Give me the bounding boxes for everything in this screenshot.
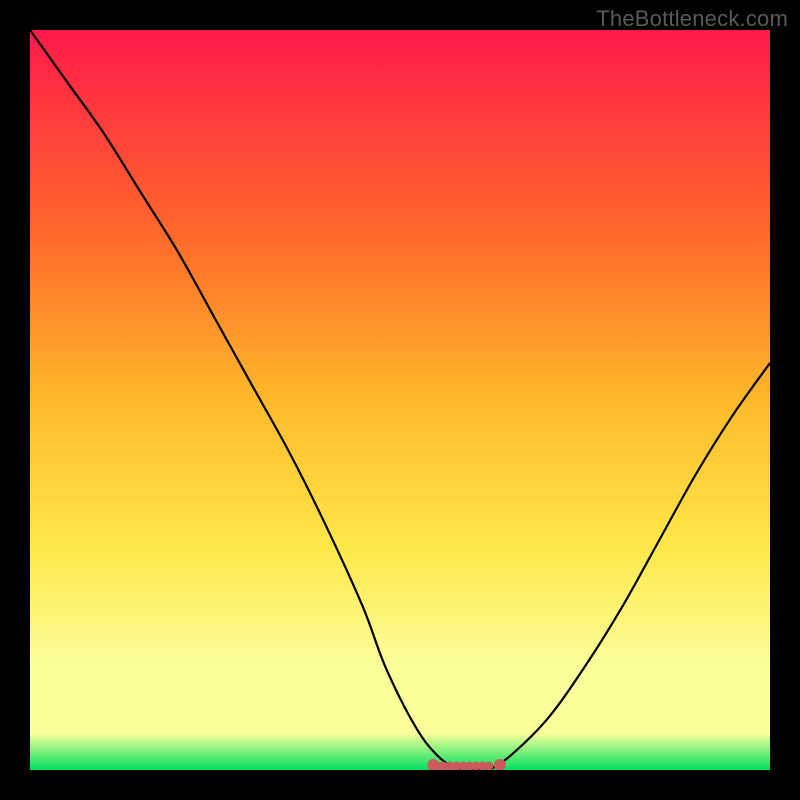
plot-area xyxy=(30,30,770,770)
chart-svg xyxy=(30,30,770,770)
gradient-background xyxy=(30,30,770,770)
chart-frame: TheBottleneck.com xyxy=(0,0,800,800)
attribution-label: TheBottleneck.com xyxy=(596,6,788,32)
